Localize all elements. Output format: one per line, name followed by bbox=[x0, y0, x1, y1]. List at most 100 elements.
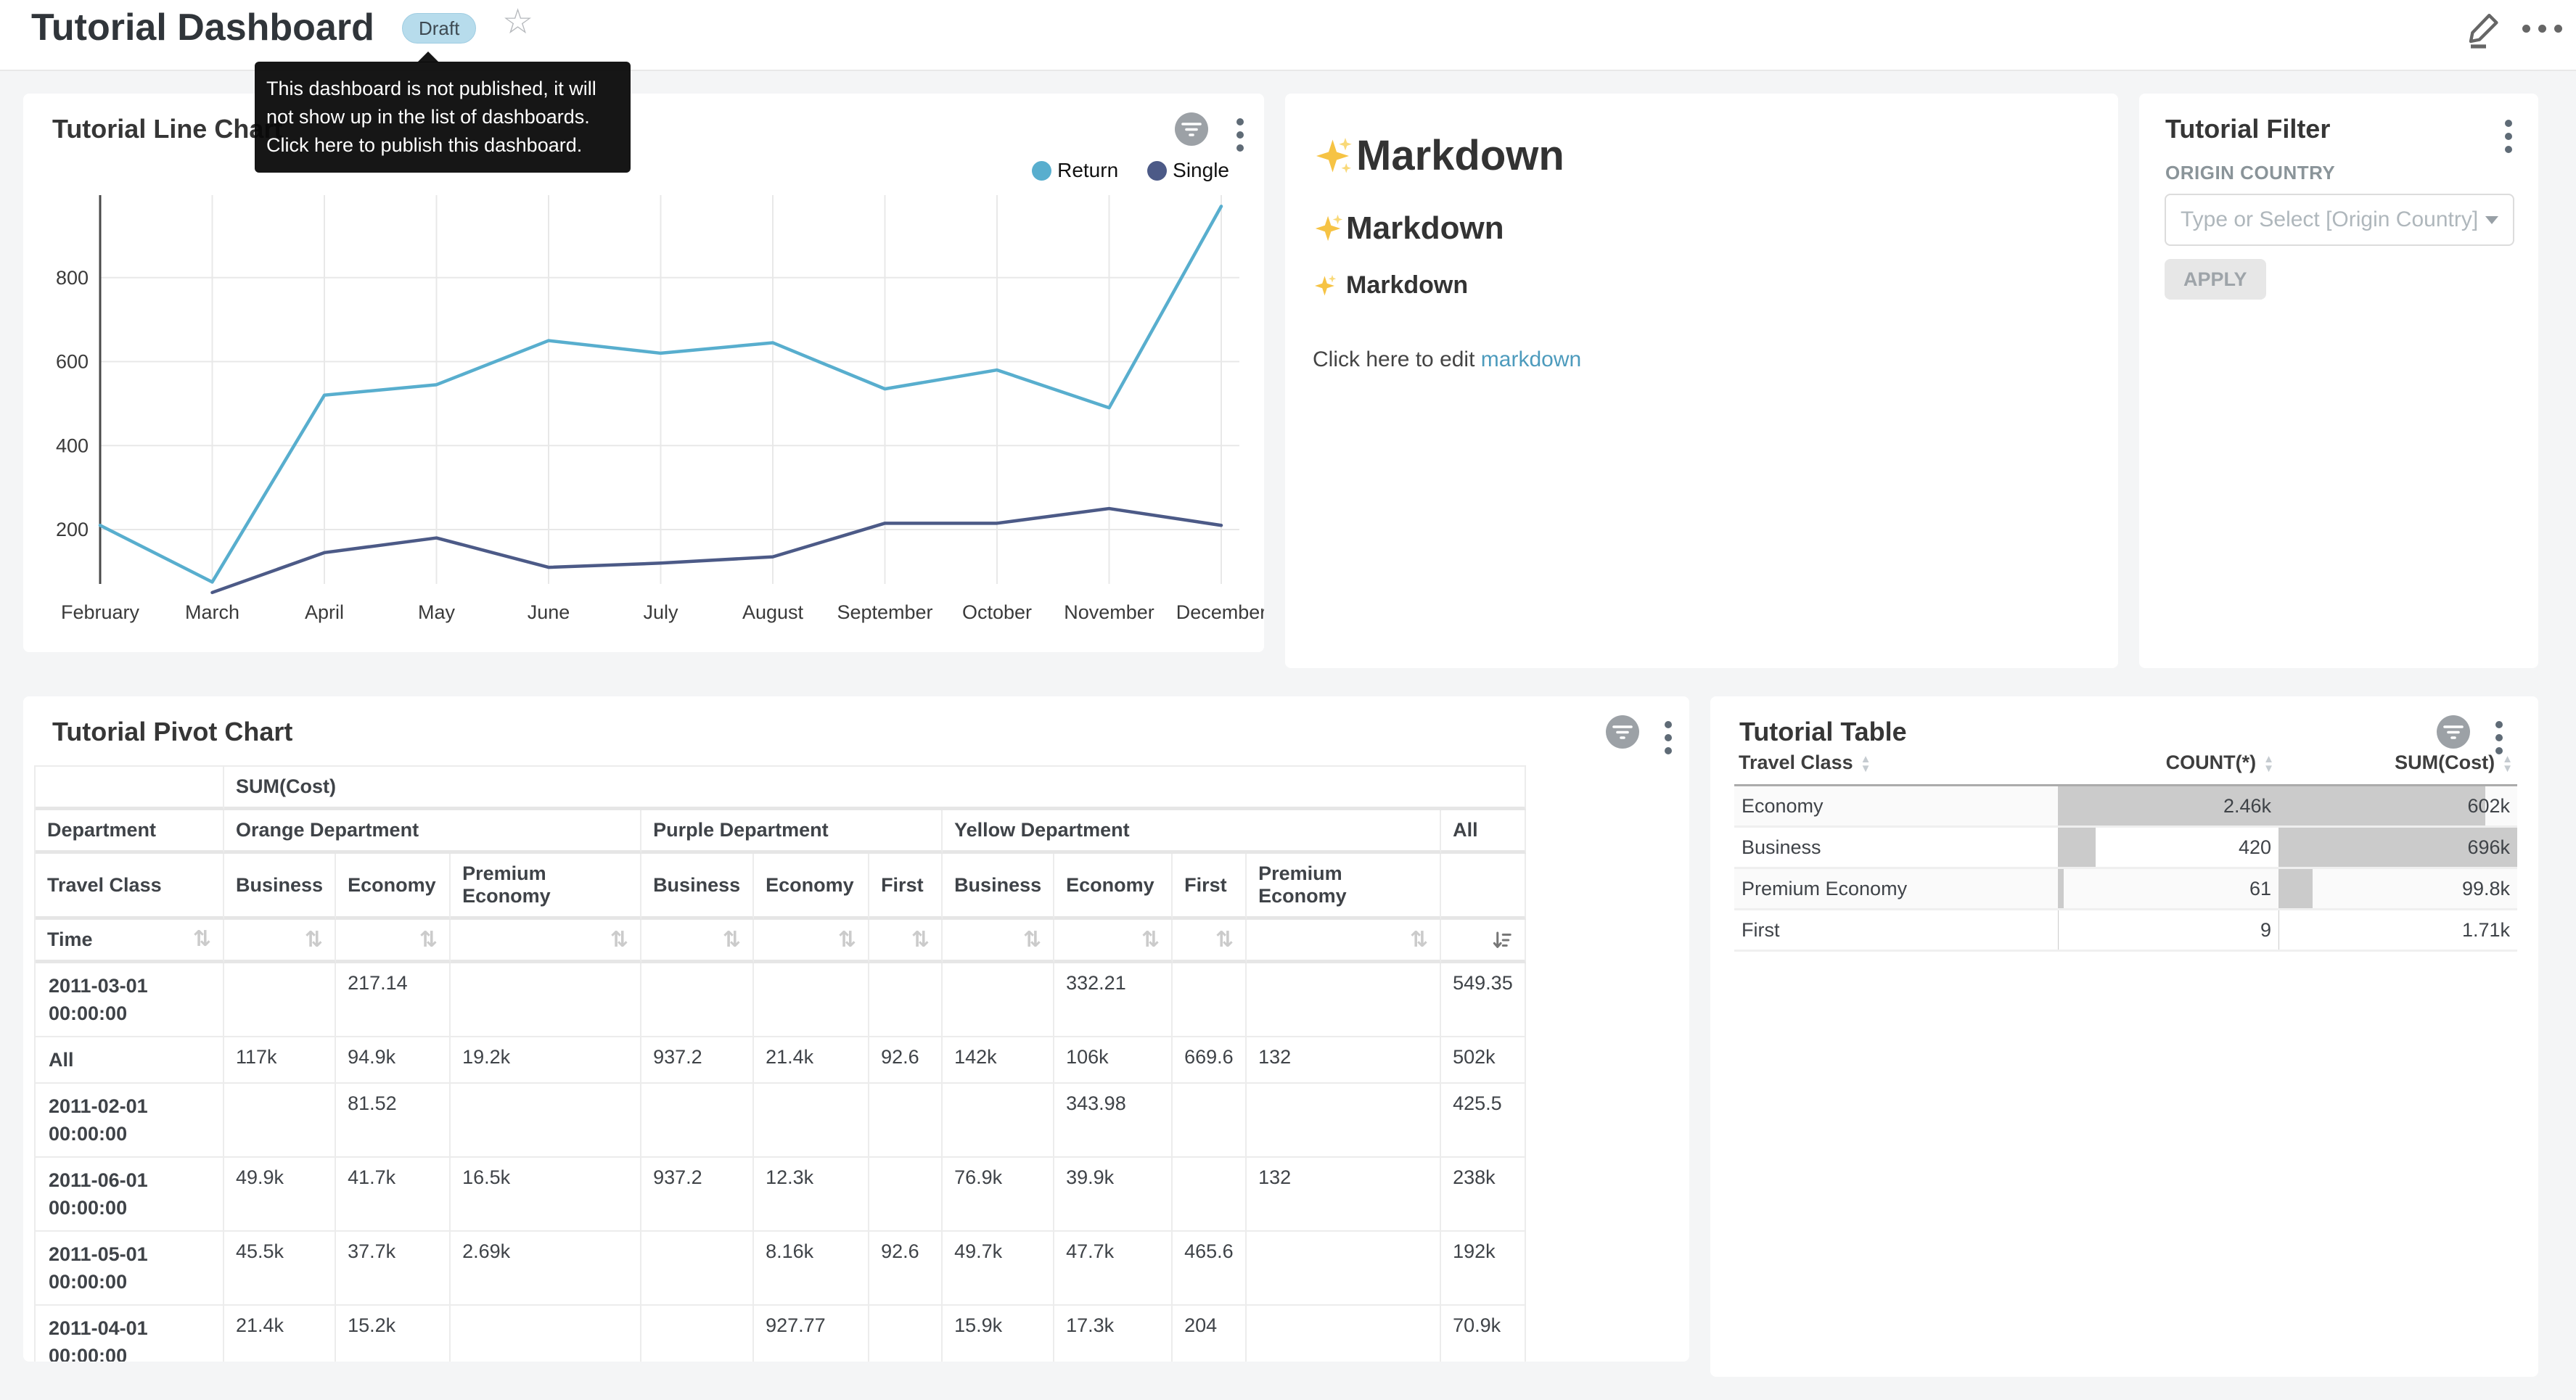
sort-descending-icon[interactable] bbox=[1491, 929, 1513, 951]
pivot-value-cell: 425.5 bbox=[1441, 1084, 1526, 1158]
sort-toggle-icon[interactable]: ⇅ bbox=[911, 929, 930, 951]
pivot-value-cell: 465.6 bbox=[1173, 1232, 1247, 1306]
markdown-h2: Markdown bbox=[1313, 210, 1581, 247]
pivot-table: SUM(Cost)DepartmentOrange DepartmentPurp… bbox=[34, 765, 1526, 1362]
sort-toggle-icon[interactable]: ⇅ bbox=[305, 929, 323, 951]
pivot-value-cell: 37.7k bbox=[336, 1232, 451, 1306]
app-header: Tutorial Dashboard Draft ☆ bbox=[0, 0, 2576, 71]
table-panel-title: Tutorial Table bbox=[1739, 717, 1907, 747]
pivot-value-cell bbox=[869, 1084, 943, 1158]
sort-toggle-icon[interactable]: ⇅ bbox=[1141, 929, 1160, 951]
more-options-icon[interactable] bbox=[2522, 25, 2562, 33]
sort-icon[interactable]: ▲▼ bbox=[2502, 754, 2513, 773]
pivot-sort-cell: ⇅ bbox=[224, 920, 336, 963]
pivot-value-cell bbox=[943, 963, 1054, 1037]
pivot-row: 2011-04-01 00:00:0021.4k15.2k927.7715.9k… bbox=[36, 1306, 1526, 1362]
pivot-value-cell bbox=[641, 1084, 754, 1158]
sort-toggle-icon[interactable]: ⇅ bbox=[1215, 929, 1234, 951]
select-placeholder: Type or Select [Origin Country] bbox=[2181, 207, 2478, 232]
sort-toggle-icon[interactable]: ⇅ bbox=[419, 929, 438, 951]
pivot-value-cell bbox=[1247, 963, 1441, 1037]
sum-cell: 696k bbox=[2278, 828, 2517, 869]
filter-menu-kebab-icon[interactable] bbox=[2501, 115, 2516, 157]
page-title: Tutorial Dashboard bbox=[31, 6, 374, 49]
pivot-dimension-label: Department bbox=[36, 810, 224, 854]
pivot-value-cell: 549.35 bbox=[1441, 963, 1526, 1037]
pivot-sort-cell: ⇅ bbox=[943, 920, 1054, 963]
sum-cell: 99.8k bbox=[2278, 869, 2517, 910]
col-header-travel-class[interactable]: Travel Class▲▼ bbox=[1734, 744, 2058, 786]
pivot-value-cell: 15.2k bbox=[336, 1306, 451, 1362]
sort-toggle-icon[interactable]: ⇅ bbox=[1023, 929, 1041, 951]
svg-text:200: 200 bbox=[56, 519, 89, 540]
pivot-sort-cell bbox=[1441, 920, 1526, 963]
pivot-value-cell: 39.9k bbox=[1054, 1158, 1173, 1232]
chevron-down-icon bbox=[2485, 216, 2498, 224]
pivot-travel-class-header: First bbox=[869, 854, 943, 920]
pivot-value-cell: 16.5k bbox=[451, 1158, 641, 1232]
sum-cell: 1.71k bbox=[2278, 910, 2517, 952]
value-bar bbox=[2058, 910, 2059, 950]
pivot-value-cell bbox=[451, 963, 641, 1037]
value-bar bbox=[2278, 786, 2485, 825]
markdown-edit-link[interactable]: markdown bbox=[1481, 347, 1581, 371]
pivot-value-cell: 937.2 bbox=[641, 1158, 754, 1232]
col-header-count[interactable]: COUNT(*)▲▼ bbox=[2058, 744, 2278, 786]
sum-cell: 602k bbox=[2278, 786, 2517, 828]
pivot-sort-cell: ⇅ bbox=[451, 920, 641, 963]
value-bar bbox=[2278, 910, 2279, 950]
pivot-value-cell: 343.98 bbox=[1054, 1084, 1173, 1158]
filter-indicator-icon[interactable] bbox=[1605, 715, 1640, 749]
pivot-row-label: 2011-03-01 00:00:00 bbox=[36, 963, 224, 1037]
pivot-value-cell: 76.9k bbox=[943, 1158, 1054, 1232]
pivot-value-cell: 19.2k bbox=[451, 1037, 641, 1084]
pivot-value-cell bbox=[869, 1158, 943, 1232]
pivot-value-cell: 204 bbox=[1173, 1306, 1247, 1362]
svg-text:November: November bbox=[1064, 601, 1154, 623]
tooltip-text: This dashboard is not published, it will… bbox=[266, 75, 629, 160]
sort-toggle-icon[interactable]: ⇅ bbox=[610, 929, 628, 951]
pivot-value-cell bbox=[641, 963, 754, 1037]
pivot-value-cell bbox=[943, 1084, 1054, 1158]
pivot-value-cell: 92.6 bbox=[869, 1232, 943, 1306]
pivot-travel-class-header: Business bbox=[641, 854, 754, 920]
pivot-value-cell bbox=[754, 963, 869, 1037]
pivot-value-cell: 192k bbox=[1441, 1232, 1526, 1306]
pivot-travel-class-header: Economy bbox=[336, 854, 451, 920]
pivot-value-cell: 49.7k bbox=[943, 1232, 1054, 1306]
pivot-value-cell: 94.9k bbox=[336, 1037, 451, 1084]
apply-button[interactable]: APPLY bbox=[2165, 259, 2266, 300]
svg-text:October: October bbox=[962, 601, 1032, 623]
sort-icon[interactable]: ▲▼ bbox=[2263, 754, 2274, 773]
svg-text:July: July bbox=[643, 601, 678, 623]
pivot-value-cell: 21.4k bbox=[754, 1037, 869, 1084]
col-header-sum-cost[interactable]: SUM(Cost)▲▼ bbox=[2278, 744, 2517, 786]
pivot-value-cell bbox=[451, 1306, 641, 1362]
sort-icon[interactable]: ▲▼ bbox=[1861, 754, 1871, 773]
chart-menu-kebab-icon[interactable] bbox=[1660, 717, 1676, 759]
pivot-travel-class-header bbox=[1441, 854, 1526, 920]
sort-toggle-icon[interactable]: ⇅ bbox=[723, 929, 741, 951]
pivot-value-cell: 937.2 bbox=[641, 1037, 754, 1084]
origin-country-select[interactable]: Type or Select [Origin Country] bbox=[2165, 194, 2514, 246]
edit-pencil-icon[interactable] bbox=[2466, 9, 2503, 49]
table-row: Economy2.46k602k bbox=[1734, 786, 2517, 828]
sparkles-icon bbox=[1313, 212, 1346, 245]
pivot-value-cell: 132 bbox=[1247, 1158, 1441, 1232]
value-bar bbox=[2058, 828, 2096, 867]
markdown-h1: Markdown bbox=[1313, 131, 1581, 180]
pivot-value-cell bbox=[1173, 1084, 1247, 1158]
pivot-value-cell bbox=[1247, 1232, 1441, 1306]
favorite-star-icon[interactable]: ☆ bbox=[502, 1, 533, 42]
pivot-panel-title: Tutorial Pivot Chart bbox=[52, 717, 292, 747]
pivot-value-cell: 669.6 bbox=[1173, 1037, 1247, 1084]
sort-toggle-icon[interactable]: ⇅ bbox=[1410, 929, 1428, 951]
sort-toggle-icon[interactable]: ⇅ bbox=[193, 928, 211, 950]
line-chart-plot[interactable]: 200400600800FebruaryMarchAprilMayJuneJul… bbox=[23, 94, 1264, 652]
count-cell: 420 bbox=[2058, 828, 2278, 869]
sort-toggle-icon[interactable]: ⇅ bbox=[838, 929, 856, 951]
svg-text:May: May bbox=[418, 601, 456, 623]
status-badge[interactable]: Draft bbox=[402, 13, 476, 44]
pivot-travel-class-header: Economy bbox=[1054, 854, 1173, 920]
travel-class-cell: Premium Economy bbox=[1734, 869, 2058, 910]
